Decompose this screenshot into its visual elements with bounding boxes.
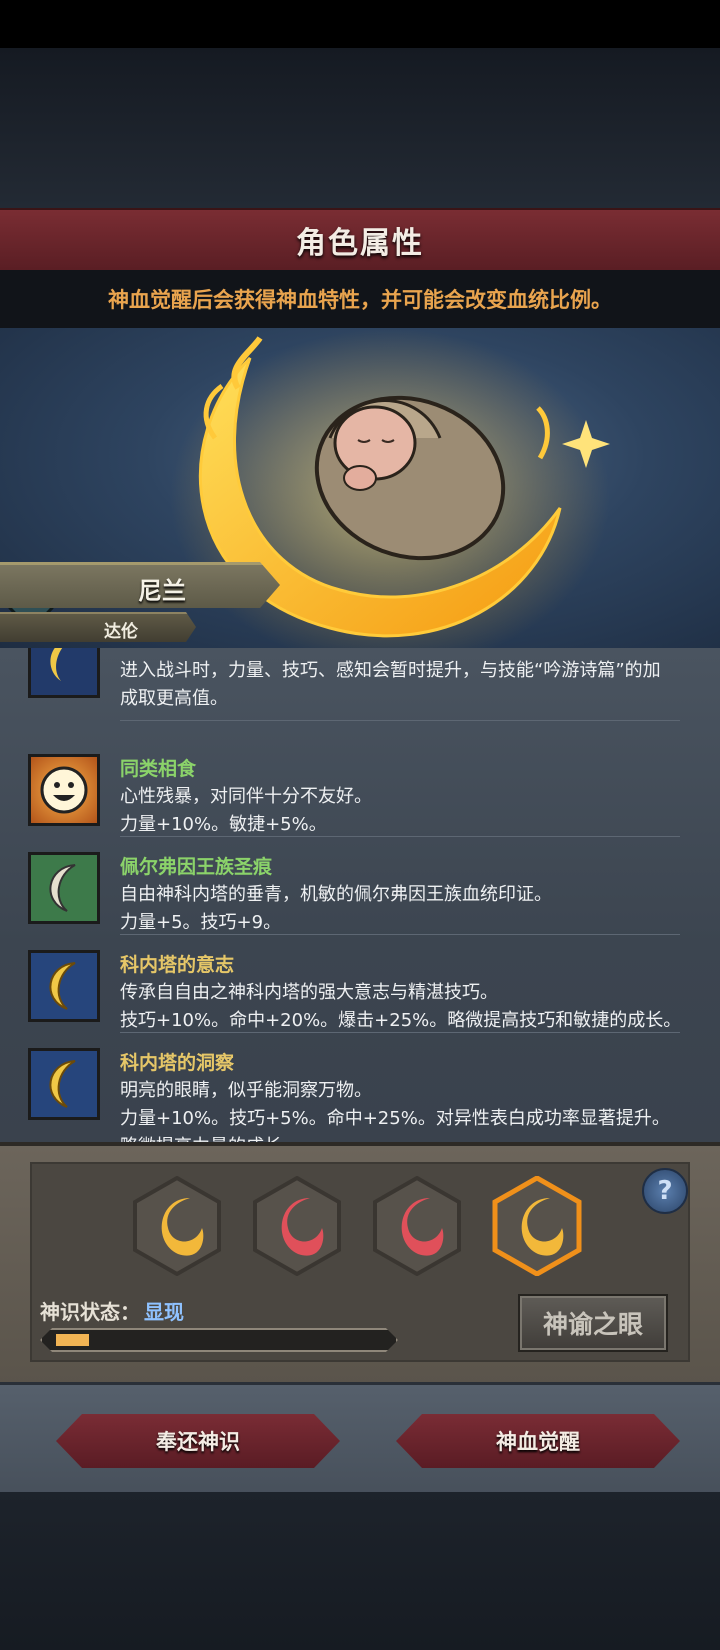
oracle-eye-button[interactable]: 神谕之眼 bbox=[518, 1294, 668, 1352]
trait-desc-line: 明亮的眼睛，似乎能洞察万物。 bbox=[120, 1080, 372, 1101]
trait-desc-line: 略微提高力量的成长。 bbox=[120, 1132, 300, 1142]
crescent-blue-icon bbox=[28, 950, 100, 1022]
divider bbox=[120, 934, 680, 935]
trait-desc-line: 进入战斗时，力量、技巧、感知会暂时提升，与技能“吟游诗篇”的加 bbox=[120, 660, 661, 681]
trait-desc-line: 力量+10%。技巧+5%。命中+25%。对异性表白成功率显著提升。 bbox=[120, 1108, 670, 1129]
trait-list[interactable]: 进入战斗时，力量、技巧、感知会暂时提升，与技能“吟游诗篇”的加 成取更高值。 同… bbox=[0, 648, 720, 1142]
trait-name: 科内塔的意志 bbox=[120, 954, 235, 976]
trait-desc-line: 自由神科内塔的垂青，机敏的佩尔弗因王族血统印证。 bbox=[120, 884, 552, 905]
background-bottom bbox=[0, 1492, 720, 1650]
trait-desc-line: 力量+5。技巧+9。 bbox=[120, 912, 282, 933]
top-bar bbox=[0, 0, 720, 48]
background-top bbox=[0, 48, 720, 208]
status-label: 神识状态： bbox=[40, 1300, 140, 1324]
trait-desc-line: 力量+10%。敏捷+5%。 bbox=[120, 814, 327, 835]
help-button[interactable]: ? bbox=[642, 1168, 688, 1214]
trait-name: 同类相食 bbox=[120, 758, 197, 780]
name-banner: 尼兰 bbox=[0, 562, 280, 608]
trait-desc-line: 传承自自由之神科内塔的强大意志与精湛技巧。 bbox=[120, 982, 498, 1003]
crescent-blue-icon bbox=[28, 1048, 100, 1120]
house-banner: 达伦 bbox=[0, 612, 196, 642]
divine-slot-2[interactable] bbox=[252, 1175, 342, 1277]
page-title: 角色属性 bbox=[296, 226, 424, 261]
trait-name: 科内塔的洞察 bbox=[120, 1052, 235, 1074]
character-house: 达伦 bbox=[104, 621, 138, 642]
return-divine-button[interactable]: 奉还神识 bbox=[56, 1414, 340, 1468]
trait-name: 佩尔弗因王族圣痕 bbox=[120, 856, 273, 878]
character-name: 尼兰 bbox=[138, 576, 186, 605]
crescent-green-icon bbox=[28, 852, 100, 924]
divine-slot-1[interactable] bbox=[132, 1175, 222, 1277]
moon-icon bbox=[28, 648, 100, 698]
subtitle-bar: 神血觉醒后会获得神血特性，并可能会改变血统比例。 bbox=[0, 270, 720, 328]
trait-desc-line: 技巧+10%。命中+20%。爆击+25%。略微提高技巧和敏捷的成长。 bbox=[120, 1010, 682, 1031]
trait-desc-line: 心性残暴，对同伴十分不友好。 bbox=[120, 786, 372, 807]
awaken-bloodline-button[interactable]: 神血觉醒 bbox=[396, 1414, 680, 1468]
divine-slot-4-selected[interactable] bbox=[492, 1175, 582, 1277]
progress-fill bbox=[56, 1334, 89, 1346]
divider bbox=[120, 1032, 680, 1033]
divine-progress-bar bbox=[40, 1328, 398, 1352]
page-subtitle: 神血觉醒后会获得神血特性，并可能会改变血统比例。 bbox=[108, 288, 612, 312]
divider bbox=[120, 720, 680, 721]
divider bbox=[120, 836, 680, 837]
title-bar: 角色属性 bbox=[0, 208, 720, 272]
status-value: 显现 bbox=[144, 1300, 184, 1324]
divine-slot-3[interactable] bbox=[372, 1175, 462, 1277]
smile-face-icon bbox=[28, 754, 100, 826]
trait-desc-line: 成取更高值。 bbox=[120, 688, 228, 709]
